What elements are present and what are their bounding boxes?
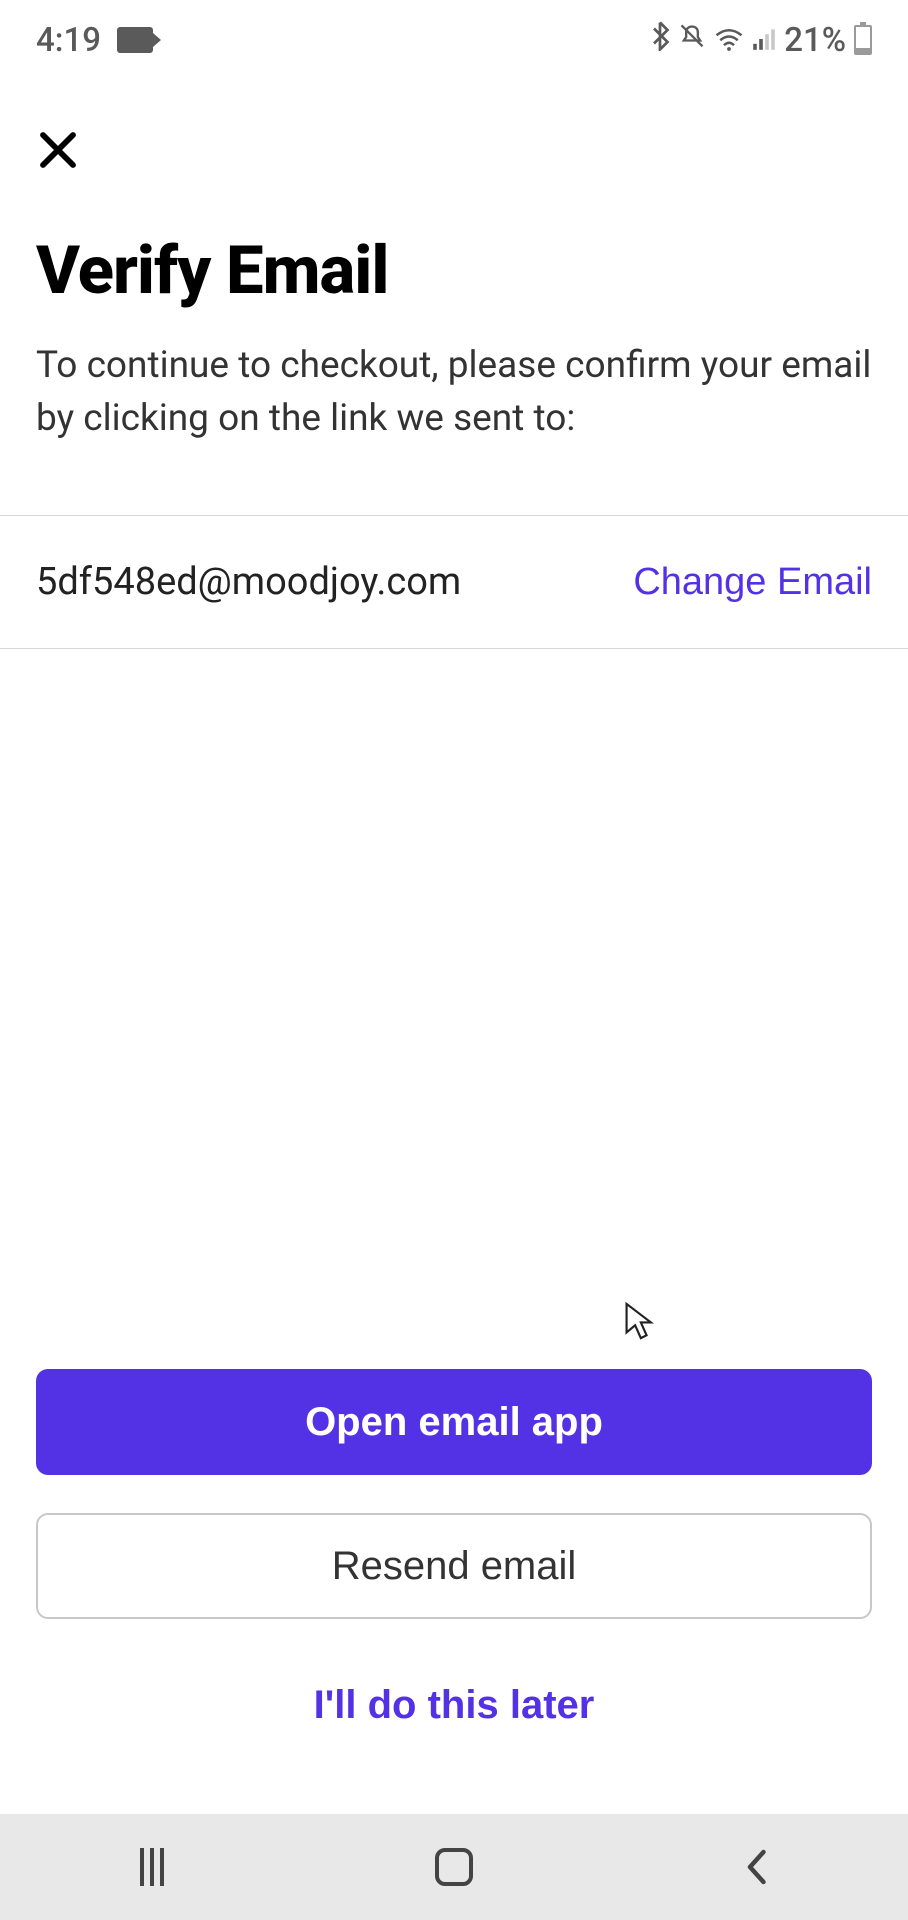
vibrate-icon xyxy=(678,21,706,60)
battery-icon xyxy=(854,25,872,55)
close-button[interactable] xyxy=(28,120,88,180)
video-recording-icon xyxy=(117,27,153,53)
page-title: Verify Email xyxy=(36,232,872,310)
status-right: 21% xyxy=(650,21,872,60)
bluetooth-icon xyxy=(650,21,670,60)
wifi-icon xyxy=(714,21,744,60)
nav-home-button[interactable] xyxy=(435,1848,473,1886)
nav-recents-button[interactable] xyxy=(132,1847,172,1887)
status-left: 4:19 xyxy=(36,21,153,60)
change-email-button[interactable]: Change Email xyxy=(633,561,872,604)
header-section: Verify Email To continue to checkout, pl… xyxy=(0,180,908,445)
spacer xyxy=(0,649,908,1369)
content-area: Verify Email To continue to checkout, pl… xyxy=(0,80,908,1814)
nav-back-button[interactable] xyxy=(736,1847,776,1887)
battery-percentage: 21% xyxy=(784,21,846,60)
status-bar: 4:19 xyxy=(0,0,908,80)
status-time: 4:19 xyxy=(36,21,101,60)
do-this-later-button[interactable]: I'll do this later xyxy=(36,1657,872,1754)
email-address: 5df548ed@moodjoy.com xyxy=(36,560,461,604)
button-group: Open email app Resend email I'll do this… xyxy=(0,1369,908,1814)
open-email-app-button[interactable]: Open email app xyxy=(36,1369,872,1475)
email-row: 5df548ed@moodjoy.com Change Email xyxy=(0,515,908,649)
android-nav-bar xyxy=(0,1814,908,1920)
resend-email-button[interactable]: Resend email xyxy=(36,1513,872,1619)
cursor-icon xyxy=(622,1301,654,1341)
signal-icon xyxy=(752,21,776,60)
close-icon xyxy=(38,130,78,170)
page-subtitle: To continue to checkout, please confirm … xyxy=(36,340,872,445)
